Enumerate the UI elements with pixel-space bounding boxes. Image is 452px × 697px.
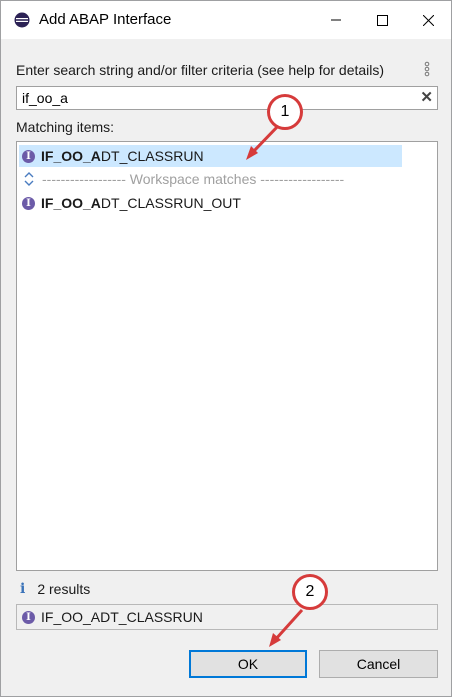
result-count: 2 results [37,581,91,597]
callout-badge-1: 1 [267,94,303,130]
expand-collapse-icon[interactable] [22,172,36,186]
minimize-icon [331,19,341,21]
interface-icon: I [22,610,35,624]
selected-item-text: IF_OO_ADT_CLASSRUN [41,609,203,625]
list-item[interactable]: I IF_OO_A DT_CLASSRUN [19,145,402,167]
callout-badge-2: 2 [292,574,328,610]
maximize-icon [376,14,388,26]
search-input-value: if_oo_a [22,90,68,106]
maximize-button[interactable] [359,1,405,39]
view-menu-icon[interactable] [424,61,430,77]
matching-items-label: Matching items: [16,119,115,135]
workspace-separator: ------------------ Workspace matches ---… [19,168,344,190]
interface-icon: I [22,149,35,163]
close-button[interactable] [405,1,451,39]
interface-icon: I [22,196,35,210]
ok-button[interactable]: OK [189,650,307,678]
eclipse-icon [14,12,30,28]
window-title: Add ABAP Interface [39,11,172,28]
dialog-window: Add ABAP Interface Enter search string a… [0,0,452,697]
result-status: i 2 results [16,581,90,597]
search-input[interactable]: if_oo_a ✕ [16,86,438,110]
match-highlight: IF_OO_A [41,148,101,164]
info-icon: i [20,581,26,597]
list-item[interactable]: I IF_OO_A DT_CLASSRUN_OUT [19,192,241,214]
selected-item-field: I IF_OO_ADT_CLASSRUN [16,604,438,630]
title-bar[interactable]: Add ABAP Interface [1,1,451,39]
match-rest: DT_CLASSRUN [100,148,204,164]
minimize-button[interactable] [313,1,359,39]
search-prompt-label: Enter search string and/or filter criter… [16,62,385,78]
matching-items-list[interactable]: I IF_OO_A DT_CLASSRUN ------------------ … [16,141,438,571]
match-highlight: IF_OO_A [41,195,101,211]
close-icon [422,14,434,26]
clear-search-icon[interactable]: ✕ [420,88,433,106]
match-rest: DT_CLASSRUN_OUT [100,195,241,211]
separator-text: ------------------ Workspace matches ---… [42,171,345,187]
cancel-button[interactable]: Cancel [319,650,438,678]
